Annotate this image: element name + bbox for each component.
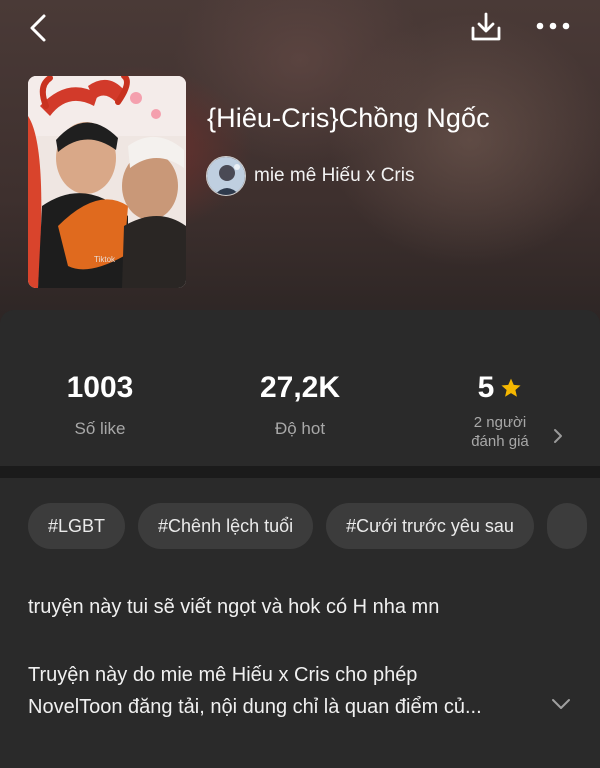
tag-list: #LGBT #Chênh lệch tuổi #Cưới trước yêu s…	[28, 503, 587, 549]
tag-chip[interactable]: #Chênh lệch tuổi	[138, 503, 314, 549]
hot-stat: 27,2K Độ hot	[240, 370, 360, 440]
hot-label: Độ hot	[274, 419, 326, 438]
likes-label: Số like	[74, 419, 126, 438]
more-horizontal-icon	[536, 22, 570, 30]
likes-stat: 1003 Số like	[40, 370, 160, 440]
rating-value: 5	[477, 371, 495, 404]
rating-stat[interactable]: 5 2 người đánh giá	[440, 370, 560, 451]
svg-text:Tiktok: Tiktok	[94, 255, 116, 264]
description-line: Truyện này do mie mê Hiếu x Cris cho phé…	[28, 664, 418, 686]
rating-desc-label: đánh giá	[471, 433, 529, 450]
author-link[interactable]: mie mê Hiếu x Cris	[206, 156, 414, 196]
book-title: {Hiêu-Cris}Chồng Ngốc	[207, 103, 490, 133]
download-icon	[471, 12, 501, 41]
hot-count: 27,2K	[259, 371, 341, 404]
tag-chip-overflow[interactable]	[546, 503, 587, 549]
section-divider	[0, 466, 600, 478]
rating-count-label: 2 người	[473, 414, 527, 431]
description-line: NovelToon đăng tải, nội dung chỉ là quan…	[28, 696, 482, 718]
likes-count: 1003	[66, 371, 134, 404]
chevron-down-icon[interactable]	[551, 698, 571, 710]
author-avatar	[206, 156, 246, 196]
author-name: mie mê Hiếu x Cris	[254, 165, 415, 186]
download-button[interactable]	[464, 6, 508, 48]
back-button[interactable]	[18, 8, 58, 48]
star-icon	[501, 378, 521, 397]
description-line: truyện này tui sẽ viết ngọt và hok có H …	[28, 596, 440, 618]
more-options-button[interactable]	[530, 8, 576, 44]
book-cover-image: Tiktok	[28, 76, 186, 288]
tag-chip[interactable]: #LGBT	[28, 503, 126, 549]
tag-chip[interactable]: #Cưới trước yêu sau	[326, 503, 534, 549]
chevron-right-icon[interactable]	[552, 428, 564, 444]
chevron-left-icon	[30, 14, 46, 42]
